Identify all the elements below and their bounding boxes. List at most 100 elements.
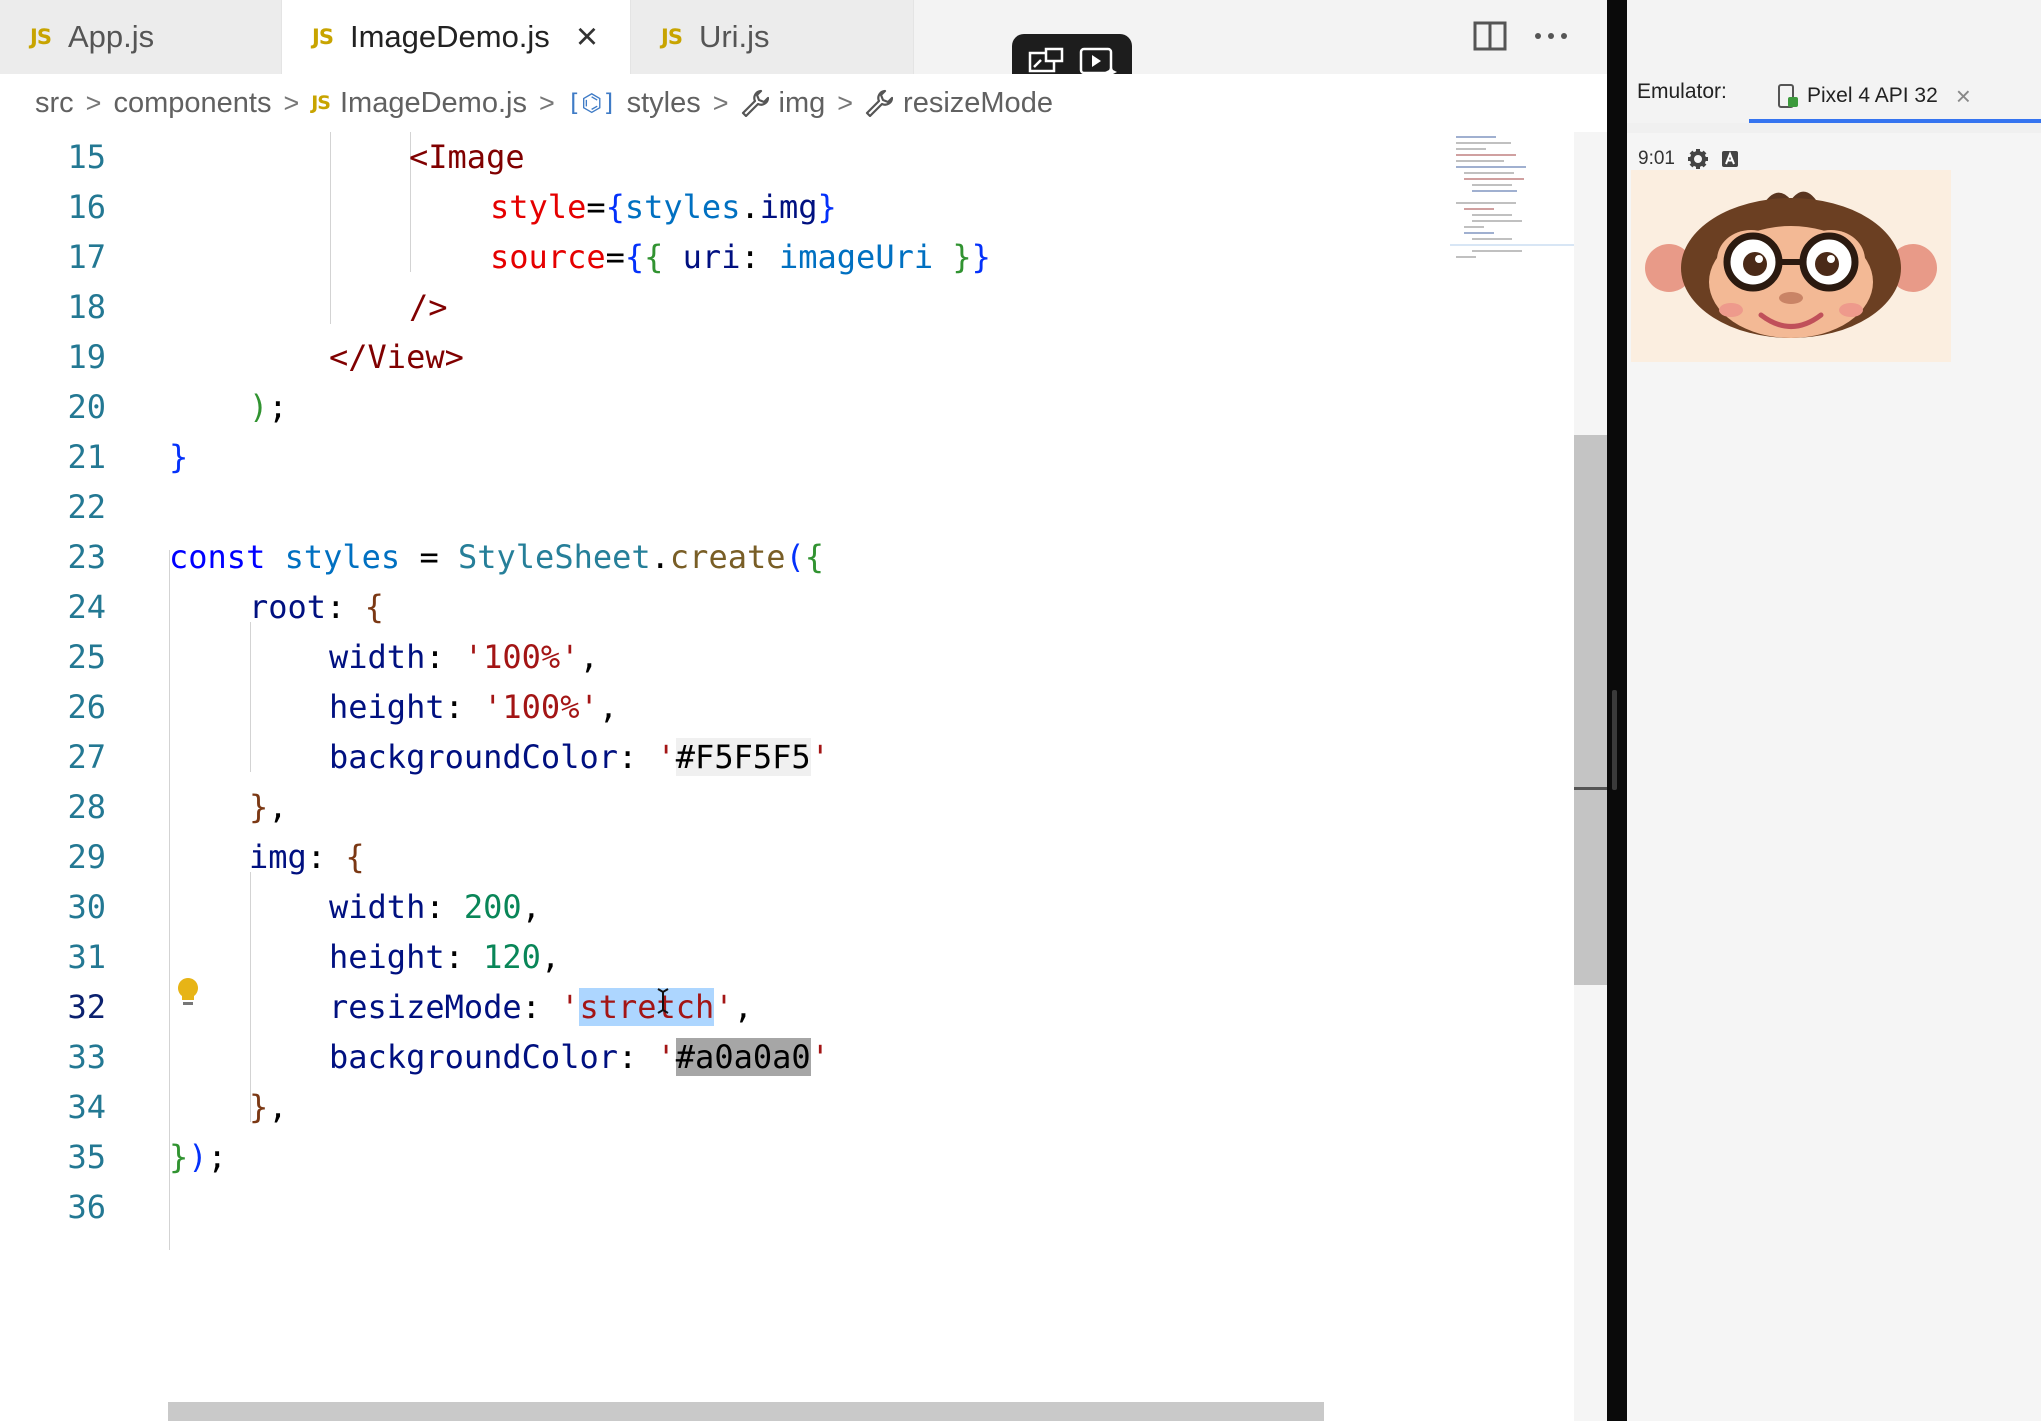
code-area[interactable]: 15 <Image 16 style={styles.img} 17 sourc…	[0, 132, 1450, 1392]
minimap[interactable]	[1450, 132, 1574, 272]
code-line-current: 32 resizeMode: 'stretch',	[0, 982, 1450, 1032]
code-line: 29 img: {	[0, 832, 1450, 882]
code-line: 17 source={{ uri: imageUri }}	[0, 232, 1450, 282]
token: '	[810, 1038, 830, 1076]
line-text: resizeMode: 'stretch',	[329, 982, 753, 1032]
code-line: 26 height: '100%',	[0, 682, 1450, 732]
chevron-right-icon: >	[538, 87, 555, 118]
emulator-panel: Emulator: Pixel 4 API 32 × 9:01	[1627, 0, 2041, 1421]
line-number: 18	[67, 288, 106, 326]
token: .	[650, 538, 670, 576]
token: =	[605, 238, 625, 276]
line-number: 22	[67, 488, 106, 526]
code-line: 36	[0, 1182, 1450, 1232]
token: }	[249, 1088, 269, 1126]
token: resizeMode	[329, 988, 522, 1026]
breadcrumb: src > components > JS ImageDemo.js > [⌬]…	[0, 74, 1607, 132]
line-number: 19	[67, 338, 106, 376]
token: height	[329, 688, 445, 726]
pane-divider-handle[interactable]	[1612, 690, 1617, 790]
line-text: backgroundColor: '#a0a0a0'	[329, 1032, 830, 1082]
token: '	[810, 738, 830, 776]
tab-app-js[interactable]: JS App.js	[0, 0, 282, 74]
line-number: 23	[67, 538, 106, 576]
line-text: const styles = StyleSheet.create({	[169, 532, 824, 582]
breadcrumb-item-file[interactable]: JS ImageDemo.js	[311, 87, 527, 120]
horizontal-scrollbar-thumb[interactable]	[168, 1402, 1324, 1421]
token: =	[400, 538, 458, 576]
token: :	[425, 888, 464, 926]
code-line: 19 </View>	[0, 332, 1450, 382]
code-line: 28 },	[0, 782, 1450, 832]
editor-tab-bar: JS App.js JS ImageDemo.js × JS Uri.js	[0, 0, 1607, 74]
device-screen[interactable]: 9:01	[1627, 133, 2041, 1421]
breadcrumb-item-components[interactable]: components	[113, 87, 271, 120]
code-line: 31 height: 120,	[0, 932, 1450, 982]
status-a-icon	[1721, 150, 1739, 168]
token: }	[817, 188, 837, 226]
token: 120	[483, 938, 541, 976]
more-actions-icon[interactable]	[1528, 14, 1574, 58]
breadcrumb-label: components	[113, 86, 272, 119]
line-text: backgroundColor: '#F5F5F5'	[329, 732, 830, 782]
line-text: });	[169, 1132, 227, 1182]
line-text: source={{ uri: imageUri }}	[490, 232, 991, 282]
tab-device-pixel-4[interactable]: Pixel 4 API 32 ×	[1777, 76, 1971, 116]
code-line: 34 },	[0, 1082, 1450, 1132]
token: ,	[268, 1088, 288, 1126]
token: styles	[265, 538, 401, 576]
breadcrumb-item-img[interactable]: img	[741, 87, 825, 120]
token: StyleSheet	[457, 538, 651, 576]
line-number: 26	[67, 688, 106, 726]
jsx-tag: />	[409, 288, 448, 326]
active-tab-indicator	[1749, 119, 2041, 123]
token: {	[804, 538, 825, 576]
code-line: 35 });	[0, 1132, 1450, 1182]
token: }	[971, 238, 991, 276]
code-line: 22	[0, 482, 1450, 532]
chevron-right-icon: >	[837, 87, 854, 118]
chevron-right-icon: >	[85, 87, 102, 118]
emulator-header: Emulator: Pixel 4 API 32 ×	[1627, 0, 2041, 123]
token: }	[249, 788, 269, 826]
token: )	[249, 388, 269, 426]
scrollbar-cursor-marker	[1574, 787, 1607, 790]
token: {	[644, 238, 664, 276]
lightbulb-icon[interactable]	[176, 976, 200, 1013]
selected-text[interactable]: stretch	[579, 988, 715, 1026]
token: source	[490, 238, 606, 276]
pane-divider[interactable]	[1607, 0, 1627, 1421]
tab-uri-js[interactable]: JS Uri.js	[631, 0, 914, 74]
split-editor-icon[interactable]	[1470, 14, 1510, 58]
token: :	[306, 838, 346, 876]
token: ,	[598, 688, 618, 726]
breadcrumb-label: src	[35, 86, 74, 119]
token: uri	[663, 238, 741, 276]
device-tab-label: Pixel 4 API 32	[1807, 84, 1938, 107]
close-icon[interactable]: ×	[576, 18, 598, 56]
line-text: );	[249, 382, 288, 432]
vertical-scrollbar-thumb[interactable]	[1574, 435, 1607, 985]
token: :	[617, 1038, 657, 1076]
breadcrumb-item-src[interactable]: src	[35, 87, 74, 120]
line-number: 29	[67, 838, 106, 876]
line-number: 17	[67, 238, 106, 276]
breadcrumb-item-resizemode[interactable]: resizeMode	[865, 87, 1053, 120]
tab-imagedemo-js[interactable]: JS ImageDemo.js ×	[282, 0, 631, 74]
js-file-icon: JS	[311, 92, 331, 114]
token: '	[656, 738, 676, 776]
token: }	[169, 1138, 189, 1176]
token: :	[425, 638, 464, 676]
line-number: 21	[67, 438, 106, 476]
token: :	[326, 588, 365, 626]
line-text: />	[409, 282, 448, 332]
breadcrumb-item-styles[interactable]: [⌬] styles	[567, 87, 701, 120]
token: backgroundColor	[329, 1038, 618, 1076]
close-icon[interactable]: ×	[1956, 81, 1971, 112]
token: :	[740, 238, 779, 276]
token: height	[329, 938, 445, 976]
token: :	[521, 988, 561, 1026]
line-number: 30	[67, 888, 106, 926]
token: 200	[463, 888, 522, 926]
settings-gear-icon	[1687, 148, 1709, 170]
